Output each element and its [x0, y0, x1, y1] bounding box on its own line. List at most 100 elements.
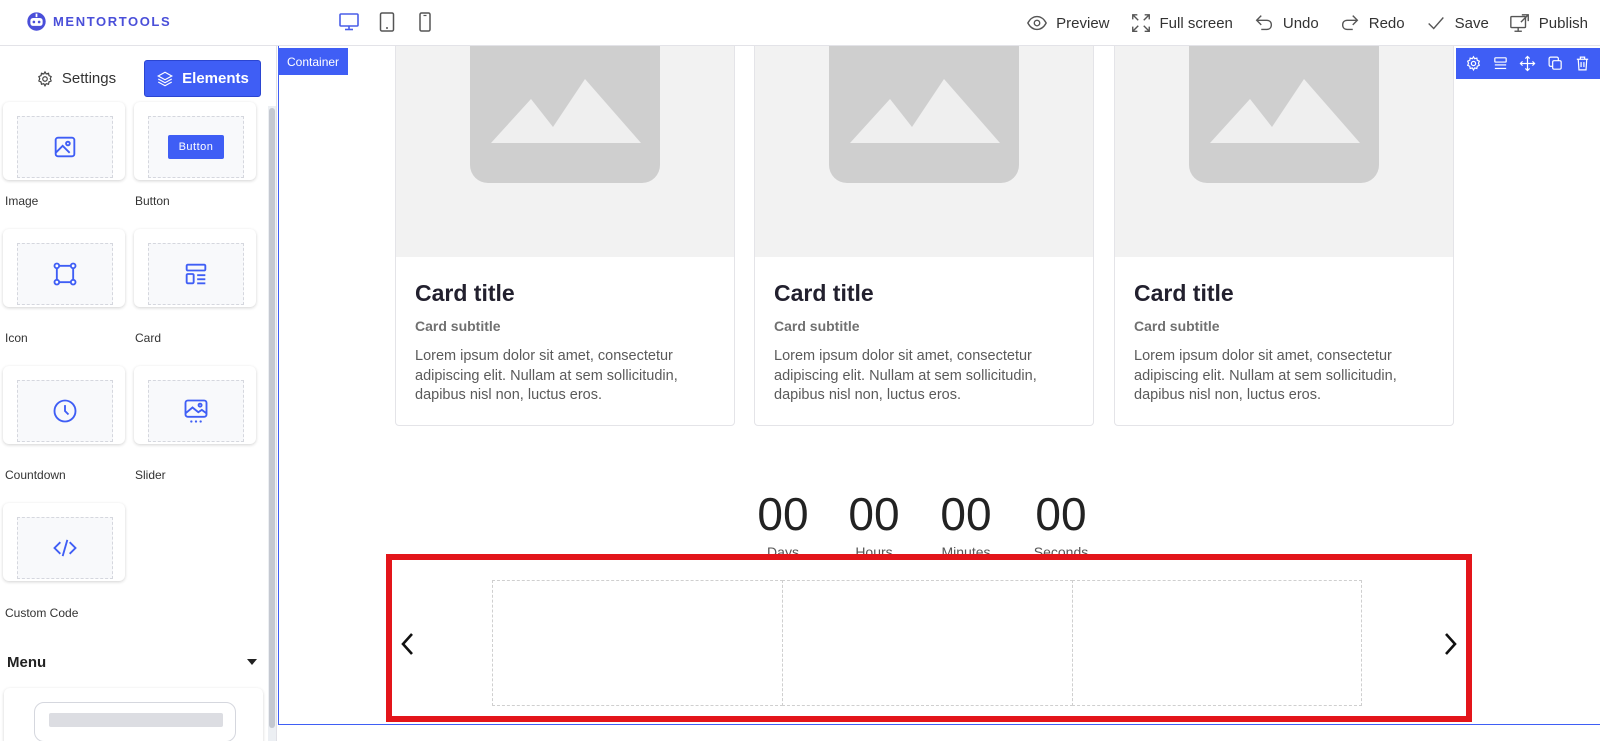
- element-label-custom-code: Custom Code: [5, 606, 79, 620]
- slide-1[interactable]: [492, 580, 783, 706]
- countdown-value: 00: [940, 488, 992, 540]
- duplicate-icon[interactable]: [1547, 55, 1564, 72]
- clock-icon: [53, 399, 77, 423]
- countdown-days: 00 Days: [743, 486, 823, 560]
- elements-panel: Settings Elements Image Button Button Ic…: [0, 46, 277, 741]
- redo-label: Redo: [1368, 14, 1405, 32]
- desktop-icon: [339, 13, 359, 31]
- panel-tabs: Settings Elements: [0, 46, 269, 106]
- caret-down-icon: [247, 659, 257, 665]
- element-tile-countdown[interactable]: [3, 366, 125, 444]
- undo-button[interactable]: Undo: [1253, 12, 1319, 34]
- element-label-card: Card: [135, 331, 162, 345]
- tablet-icon: [379, 12, 395, 32]
- countdown-seconds: 00 Seconds: [1021, 486, 1101, 560]
- align-icon[interactable]: [1492, 55, 1509, 72]
- countdown-value: 00: [757, 488, 809, 540]
- countdown-value: 00: [1035, 488, 1087, 540]
- slide-3[interactable]: [1072, 580, 1362, 706]
- chevron-left-icon[interactable]: [396, 630, 420, 658]
- element-tile-preview: [17, 517, 113, 579]
- card-title: Card title: [1134, 280, 1234, 306]
- move-icon[interactable]: [1519, 55, 1536, 72]
- card-image-placeholder: [396, 46, 734, 257]
- menu-section-header[interactable]: Menu: [7, 651, 263, 673]
- container-toolbar: [1456, 48, 1600, 79]
- card-title: Card title: [774, 280, 874, 306]
- card-title: Card title: [415, 280, 515, 306]
- tab-elements-label: Elements: [182, 70, 249, 87]
- publish-icon: [1509, 14, 1529, 32]
- brand-logo[interactable]: MENTORTOOLS: [26, 11, 171, 32]
- element-label-countdown: Countdown: [5, 468, 66, 482]
- publish-label: Publish: [1538, 14, 1588, 32]
- element-label-image: Image: [5, 194, 39, 208]
- redo-button[interactable]: Redo: [1339, 12, 1405, 34]
- card-1[interactable]: Card title Card subtitle Lorem ipsum dol…: [395, 46, 735, 426]
- layers-icon: [157, 71, 174, 86]
- fullscreen-icon: [1131, 14, 1150, 32]
- countdown-hours: 00 Hours: [834, 486, 914, 560]
- card-3[interactable]: Card title Card subtitle Lorem ipsum dol…: [1114, 46, 1454, 426]
- preview-label: Preview: [1056, 14, 1110, 32]
- editor-canvas[interactable]: Container Card title Card subtitle Lorem…: [278, 46, 1600, 741]
- save-label: Save: [1454, 14, 1489, 32]
- card-subtitle: Card subtitle: [1134, 318, 1220, 334]
- desktop-view-button[interactable]: [338, 11, 360, 33]
- vector-square-icon: [53, 262, 77, 286]
- element-tile-card[interactable]: [134, 229, 256, 307]
- card-image-placeholder: [1115, 46, 1453, 257]
- fullscreen-button[interactable]: Full screen: [1130, 12, 1233, 34]
- image-icon: [54, 136, 76, 158]
- tablet-view-button[interactable]: [376, 11, 398, 33]
- element-tile-slider[interactable]: [134, 366, 256, 444]
- slider-selected[interactable]: [386, 554, 1472, 722]
- element-tile-preview: [17, 116, 113, 178]
- mountain-placeholder-icon: [491, 79, 641, 143]
- button-preview: Button: [167, 135, 225, 159]
- element-label-icon: Icon: [5, 331, 28, 345]
- trash-icon[interactable]: [1574, 55, 1591, 72]
- card-subtitle: Card subtitle: [774, 318, 860, 334]
- card-image-placeholder: [755, 46, 1093, 257]
- eye-icon: [1027, 15, 1048, 31]
- panel-scrollbar-thumb[interactable]: [269, 108, 275, 728]
- menu-section-title: Menu: [7, 653, 47, 671]
- element-tile-icon[interactable]: [3, 229, 125, 307]
- element-tile-preview: [17, 380, 113, 442]
- mobile-icon: [419, 12, 431, 32]
- element-tile-menu[interactable]: [4, 688, 263, 741]
- element-label-slider: Slider: [135, 468, 166, 482]
- mobile-view-button[interactable]: [414, 11, 436, 33]
- card-layout-icon: [185, 263, 207, 285]
- element-tile-image[interactable]: [3, 102, 125, 180]
- card-2[interactable]: Card title Card subtitle Lorem ipsum dol…: [754, 46, 1094, 426]
- tab-elements[interactable]: Elements: [144, 60, 261, 97]
- element-tile-custom-code[interactable]: [3, 503, 125, 581]
- mountain-placeholder-icon: [1210, 79, 1360, 143]
- element-tile-button[interactable]: Button: [134, 102, 256, 180]
- element-tile-preview: Button: [148, 116, 244, 178]
- gear-icon: [37, 70, 52, 87]
- gear-icon[interactable]: [1465, 55, 1482, 72]
- tab-settings[interactable]: Settings: [22, 60, 130, 97]
- element-tile-preview: [17, 243, 113, 305]
- publish-button[interactable]: Publish: [1509, 12, 1588, 34]
- toolbar-actions: Preview Full screen Undo Redo Save Publi…: [1026, 0, 1588, 46]
- slide-2[interactable]: [782, 580, 1073, 706]
- preview-button[interactable]: Preview: [1026, 12, 1110, 34]
- mountain-placeholder-icon: [850, 79, 1000, 143]
- element-label-button: Button: [135, 194, 170, 208]
- container-tag[interactable]: Container: [278, 48, 349, 75]
- chevron-right-icon[interactable]: [1438, 630, 1462, 658]
- card-text: Lorem ipsum dolor sit amet, consectetur …: [774, 348, 1037, 403]
- countdown-value: 00: [848, 488, 900, 540]
- element-tile-preview: [148, 243, 244, 305]
- save-button[interactable]: Save: [1425, 12, 1489, 34]
- card-text: Lorem ipsum dolor sit amet, consectetur …: [415, 348, 678, 403]
- countdown-minutes: 00 Minutes: [926, 486, 1006, 560]
- device-switcher: [338, 11, 436, 33]
- top-toolbar: MENTORTOOLS Preview Full screen Undo Red…: [0, 0, 1600, 46]
- fullscreen-label: Full screen: [1159, 14, 1233, 32]
- undo-icon: [1255, 15, 1272, 31]
